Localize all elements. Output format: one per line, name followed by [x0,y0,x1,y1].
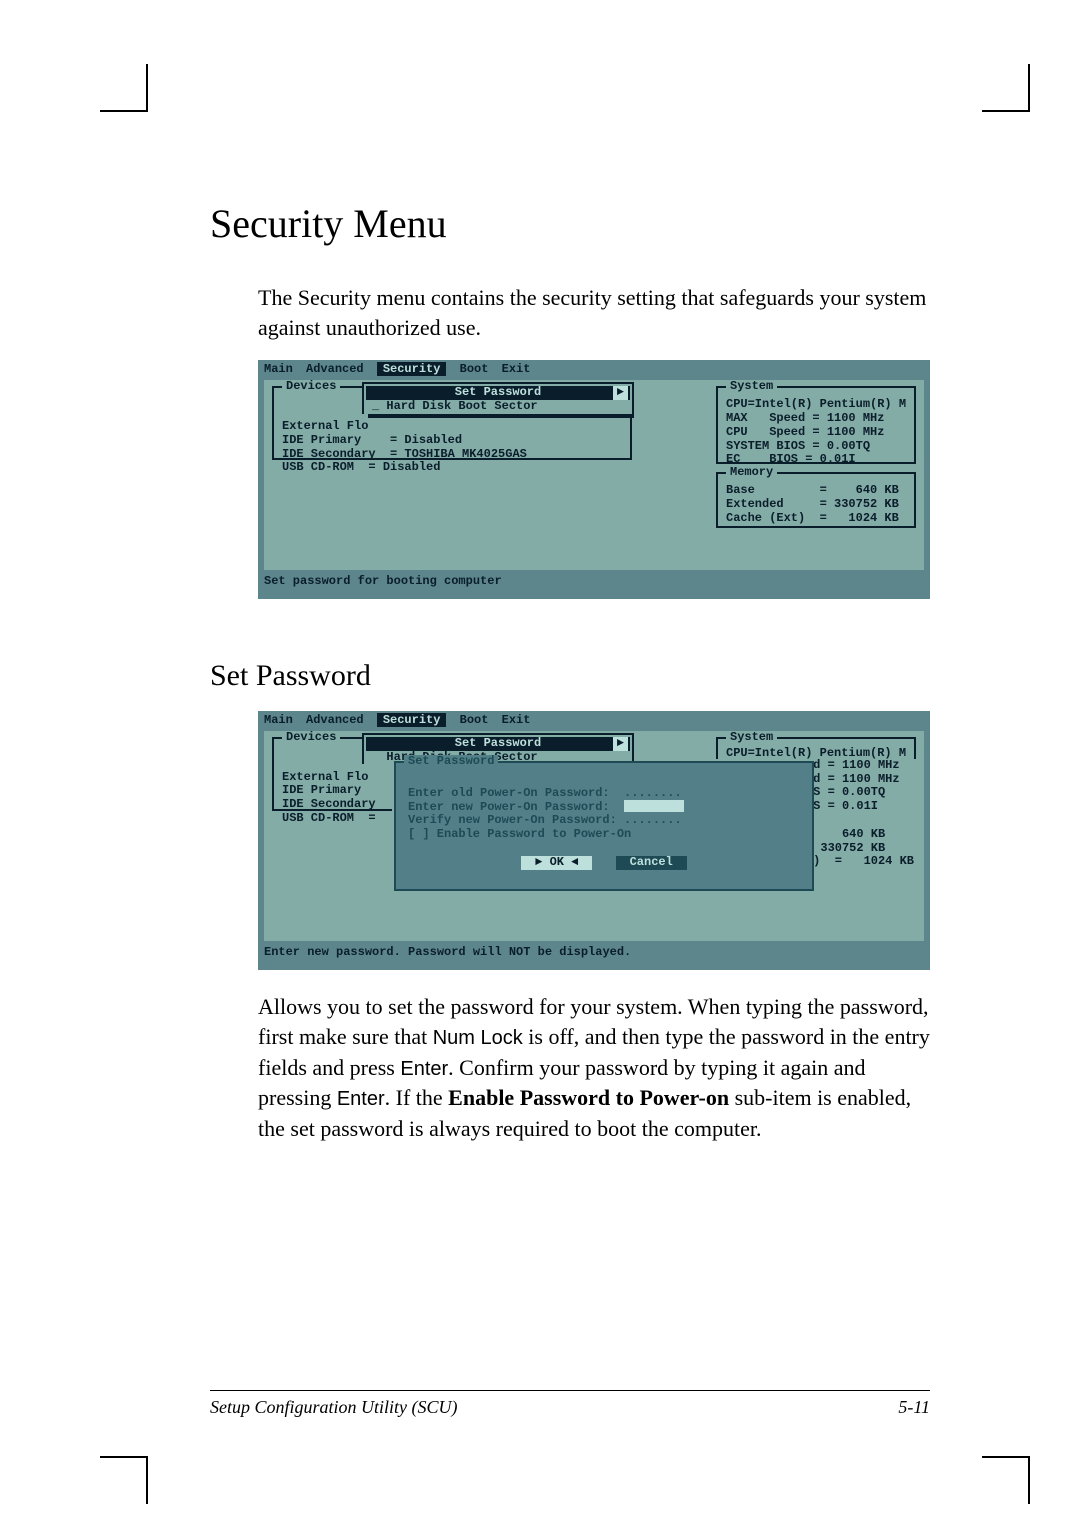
new-password-row: Enter new Power-On Password: [408,800,684,814]
footer-left: Setup Configuration Utility (SCU) [210,1397,458,1418]
tab-security: Security [377,713,447,727]
devices-line: IDE Primary = Disabled [282,433,462,447]
devices-line: USB CD-ROM = Disabled [282,460,440,474]
new-password-field[interactable] [624,800,684,812]
bios-screenshot-2: Main Advanced Security Boot Exit Devices… [258,711,930,970]
old-password-row: Enter old Power-On Password: ........ [408,786,682,800]
intro-paragraph: The Security menu contains the security … [258,283,930,342]
devices-line: External Flo [282,770,368,784]
memory-panel: Memory Base = 640 KB Extended = 330752 K… [716,472,916,528]
key-enter: Enter [400,1058,448,1080]
tab-boot: Boot [460,362,489,376]
tab-security: Security [377,362,447,376]
chevron-right-icon: ► [613,386,628,400]
devices-line: IDE Secondary = TOSHIBA MK4025GAS [282,447,527,461]
devices-panel-title: Devices [282,380,340,394]
system-panel: System CPU=Intel(R) Pentium(R) M [716,737,916,759]
tab-main: Main [264,713,293,727]
system-panel-title: System [726,731,777,745]
dialog-title: Set Password [404,755,498,769]
devices-line: IDE Secondary [282,797,376,811]
memory-info: Base = 640 KB Extended = 330752 KB Cache… [718,474,914,533]
ok-button[interactable]: OK [521,856,592,870]
system-info: CPU=Intel(R) Pentium(R) M MAX Speed = 11… [718,388,914,475]
footer-page-number: 5-11 [898,1397,930,1418]
section-set-password: Set Password [210,659,930,693]
devices-line: External Flo [282,419,368,433]
bios-help-text: Set password for booting computer [258,570,930,591]
menu-item-set-password: Set Password ► [366,386,630,400]
bios-screenshot-1: Main Advanced Security Boot Exit Devices… [258,360,930,599]
key-enter: Enter [337,1088,385,1110]
bios-menubar: Main Advanced Security Boot Exit [258,360,930,380]
page-title: Security Menu [210,200,930,247]
menu-item-hard-disk-boot-sector: _ Hard Disk Boot Sector [366,400,630,414]
menu-item-set-password: Set Password ► [366,737,630,751]
system-panel: System CPU=Intel(R) Pentium(R) M MAX Spe… [716,386,916,464]
chevron-right-icon: ► [613,737,628,751]
devices-line: IDE Primary [282,783,361,797]
page-footer: Setup Configuration Utility (SCU) 5-11 [210,1390,930,1418]
key-numlock: Num Lock [433,1027,523,1049]
tab-boot: Boot [460,713,489,727]
verify-password-row: Verify new Power-On Password: ........ [408,813,682,827]
tab-main: Main [264,362,293,376]
system-fragment: ed = 1100 MHz ed = 1100 MHz OS = 0.00TQ … [806,759,914,869]
tab-exit: Exit [502,713,531,727]
devices-panel-title: Devices [282,731,340,745]
enable-pw-poweron-checkbox[interactable]: [ ] Enable Password to Power-On [408,827,631,841]
tab-advanced: Advanced [306,362,364,376]
tab-exit: Exit [502,362,531,376]
enable-password-bold: Enable Password to Power-on [448,1085,729,1110]
bios-help-text: Enter new password. Password will NOT be… [258,941,930,962]
set-password-dialog: Set Password Enter old Power-On Password… [394,761,814,891]
tab-advanced: Advanced [306,713,364,727]
system-panel-title: System [726,380,777,394]
devices-line: USB CD-ROM = [282,811,376,825]
cancel-button[interactable]: Cancel [616,856,687,870]
set-password-paragraph: Allows you to set the password for your … [258,992,930,1145]
bios-menubar: Main Advanced Security Boot Exit [258,711,930,731]
memory-panel-title: Memory [726,466,777,480]
